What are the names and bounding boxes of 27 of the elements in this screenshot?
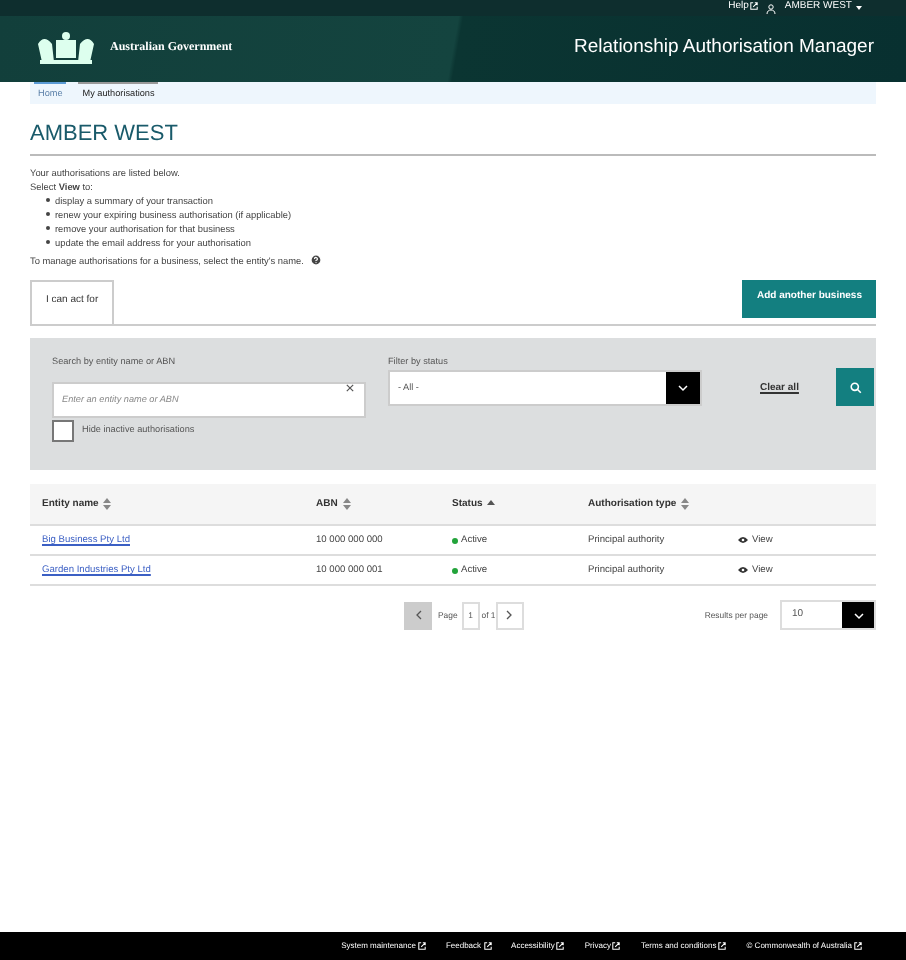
user-icon — [766, 3, 777, 13]
help-icon[interactable] — [309, 254, 322, 266]
search-button[interactable] — [836, 368, 875, 407]
external-link-icon — [718, 941, 727, 950]
clear-icon[interactable] — [346, 384, 354, 393]
eye-icon — [738, 566, 748, 575]
external-link-icon — [417, 941, 426, 950]
chevron-left-icon — [415, 610, 421, 621]
app-title: Relationship Authorisation Manager — [574, 34, 874, 63]
checkbox[interactable] — [52, 420, 74, 443]
sort-icon[interactable] — [341, 498, 352, 511]
sort-icon[interactable] — [102, 498, 113, 511]
external-link-icon — [556, 941, 565, 950]
external-link-icon — [483, 941, 492, 950]
chevron-right-icon — [506, 610, 513, 621]
chevron-down-icon — [842, 602, 874, 629]
search-icon — [849, 381, 862, 394]
sort-icon[interactable] — [680, 498, 691, 511]
external-link-icon — [854, 941, 862, 950]
sort-ascending-icon[interactable] — [486, 498, 497, 511]
chevron-down-icon — [666, 372, 700, 405]
eye-icon — [738, 536, 748, 545]
external-link-icon — [612, 941, 621, 950]
caret-icon — [856, 6, 862, 10]
page-title: AMBER WEST — [30, 118, 876, 155]
external-link-icon — [750, 1, 759, 10]
next-page-button[interactable] — [495, 601, 524, 630]
